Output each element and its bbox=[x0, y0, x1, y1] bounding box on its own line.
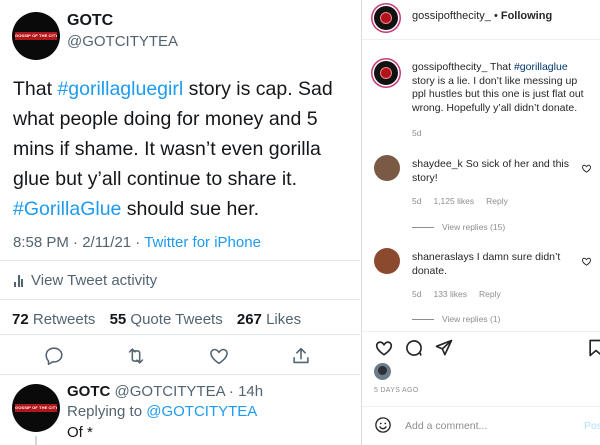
share-icon[interactable] bbox=[434, 338, 454, 358]
caption-hashtag-link[interactable]: #gorillaglue bbox=[514, 61, 568, 73]
comment: shaydee_k So sick of her and this story! bbox=[412, 158, 582, 185]
post-caption: gossipofthecity_ That #gorillaglue story… bbox=[412, 61, 592, 115]
divider bbox=[362, 331, 600, 332]
comment-age: 5d bbox=[412, 289, 422, 299]
share-icon[interactable] bbox=[290, 345, 312, 367]
comment: shaneraslays I damn sure didn’t donate. bbox=[412, 251, 582, 278]
comment-icon[interactable] bbox=[404, 338, 424, 358]
comment-likes[interactable]: 1,125 likes bbox=[433, 196, 474, 206]
caption-username[interactable]: gossipofthecity_ bbox=[412, 61, 487, 73]
gotc-logo: GOSSIP OF THE CITY bbox=[15, 32, 57, 40]
instagram-panel: gossipofthecity_ • Following gossipofthe… bbox=[361, 0, 600, 445]
tweet-text-part: should sue her. bbox=[121, 198, 260, 220]
timestamp-text[interactable]: 8:58 PM · 2/11/21 · bbox=[13, 234, 144, 251]
comment-age: 5d bbox=[412, 196, 422, 206]
likes-label: Likes bbox=[266, 311, 302, 328]
add-comment-input[interactable]: Add a comment... bbox=[405, 420, 487, 432]
ig-header-username[interactable]: gossipofthecity_ bbox=[412, 10, 491, 22]
divider bbox=[362, 406, 600, 407]
view-replies-label: View replies (1) bbox=[442, 314, 501, 324]
emoji-icon[interactable] bbox=[374, 416, 392, 434]
divider bbox=[362, 39, 600, 40]
tweet-text: That #gorillagluegirl story is cap. Sad … bbox=[13, 74, 353, 224]
divider bbox=[0, 334, 360, 335]
replying-handle-link[interactable]: @GOTCITYTEA bbox=[146, 403, 257, 420]
view-activity-label: View Tweet activity bbox=[31, 272, 158, 289]
comment-reply-button[interactable]: Reply bbox=[479, 289, 501, 299]
comment-meta: 5d 133 likes Reply bbox=[412, 289, 513, 299]
reply-handle-time: @GOTCITYTEA · 14h bbox=[114, 383, 264, 400]
gotc-logo: GOSSIP OF THE CITY bbox=[15, 404, 57, 412]
likes-stat[interactable]: 267 Likes bbox=[237, 311, 301, 328]
replies-line bbox=[412, 318, 434, 320]
replies-line bbox=[412, 226, 434, 228]
twitter-panel: GOSSIP OF THE CITY GOTC @GOTCITYTEA That… bbox=[0, 0, 360, 445]
divider bbox=[0, 299, 360, 300]
retweets-stat[interactable]: 72 Retweets bbox=[12, 311, 95, 328]
comment-likes[interactable]: 133 likes bbox=[433, 289, 467, 299]
comment-like-icon[interactable] bbox=[581, 163, 592, 174]
commenter-avatar[interactable] bbox=[374, 248, 400, 274]
reply-icon[interactable] bbox=[43, 345, 65, 367]
gotc-avatar[interactable]: GOSSIP OF THE CITY bbox=[12, 12, 60, 60]
caption-text: That bbox=[487, 61, 514, 73]
ig-header: gossipofthecity_ • Following bbox=[412, 10, 552, 22]
comment-username[interactable]: shaneraslays bbox=[412, 251, 474, 263]
quotes-label: Quote Tweets bbox=[130, 311, 223, 328]
comment-meta: 5d 1,125 likes Reply bbox=[412, 196, 520, 206]
comment-username[interactable]: shaydee_k bbox=[412, 158, 463, 170]
view-replies-button[interactable]: View replies (15) bbox=[412, 222, 505, 232]
reply-author: GOTC @GOTCITYTEA · 14h bbox=[67, 383, 263, 400]
commenter-avatar[interactable] bbox=[374, 155, 400, 181]
tweet-author-name[interactable]: GOTC bbox=[67, 12, 113, 30]
view-replies-button[interactable]: View replies (1) bbox=[412, 314, 500, 324]
following-button[interactable]: Following bbox=[501, 10, 552, 22]
avatar-mark bbox=[380, 67, 392, 79]
tweet-actions bbox=[0, 343, 360, 369]
view-activity-button[interactable]: View Tweet activity bbox=[14, 272, 157, 289]
retweet-icon[interactable] bbox=[125, 345, 147, 367]
caption-age: 5d bbox=[412, 128, 422, 138]
separator: • bbox=[490, 10, 501, 22]
like-icon[interactable] bbox=[374, 338, 394, 358]
tweet-text-part: That bbox=[13, 78, 58, 100]
like-icon[interactable] bbox=[208, 345, 230, 367]
comment-like-icon[interactable] bbox=[581, 256, 592, 267]
likes-count: 267 bbox=[236, 311, 262, 328]
thread-line bbox=[35, 436, 37, 445]
liker-avatar[interactable] bbox=[374, 363, 391, 380]
post-comment-button[interactable]: Post bbox=[584, 420, 600, 432]
retweets-label: Retweets bbox=[32, 311, 96, 328]
tweet-author-handle[interactable]: @GOTCITYTEA bbox=[67, 33, 178, 50]
reply-text: Of * bbox=[67, 424, 93, 441]
quotes-stat[interactable]: 55 Quote Tweets bbox=[110, 311, 223, 328]
tweet-stats: 72 Retweets 55 Quote Tweets 267 Likes bbox=[12, 311, 301, 328]
quotes-count: 55 bbox=[109, 311, 127, 328]
save-icon[interactable] bbox=[586, 338, 600, 358]
caption-avatar[interactable] bbox=[374, 61, 398, 85]
replying-to: Replying to @GOTCITYTEA bbox=[67, 403, 257, 420]
caption-text: story is a lie. I don’t like messing up … bbox=[412, 74, 584, 114]
divider bbox=[0, 260, 360, 261]
source-link[interactable]: Twitter for iPhone bbox=[144, 234, 261, 251]
reply-author-name[interactable]: GOTC bbox=[67, 383, 110, 400]
analytics-icon bbox=[14, 274, 23, 287]
ig-header-avatar[interactable] bbox=[374, 6, 398, 30]
retweets-count: 72 bbox=[12, 311, 29, 328]
comment-reply-button[interactable]: Reply bbox=[486, 196, 508, 206]
view-replies-label: View replies (15) bbox=[442, 222, 506, 232]
replying-prefix: Replying to bbox=[67, 403, 147, 420]
avatar-mark bbox=[380, 12, 392, 24]
post-date: 5 DAYS AGO bbox=[374, 387, 419, 394]
tweet-timestamp: 8:58 PM · 2/11/21 · Twitter for iPhone bbox=[13, 234, 261, 251]
divider bbox=[0, 374, 360, 375]
reply-avatar[interactable]: GOSSIP OF THE CITY bbox=[12, 384, 60, 432]
hashtag-link[interactable]: #GorillaGlue bbox=[13, 198, 121, 220]
hashtag-link[interactable]: #gorillagluegirl bbox=[57, 78, 183, 100]
